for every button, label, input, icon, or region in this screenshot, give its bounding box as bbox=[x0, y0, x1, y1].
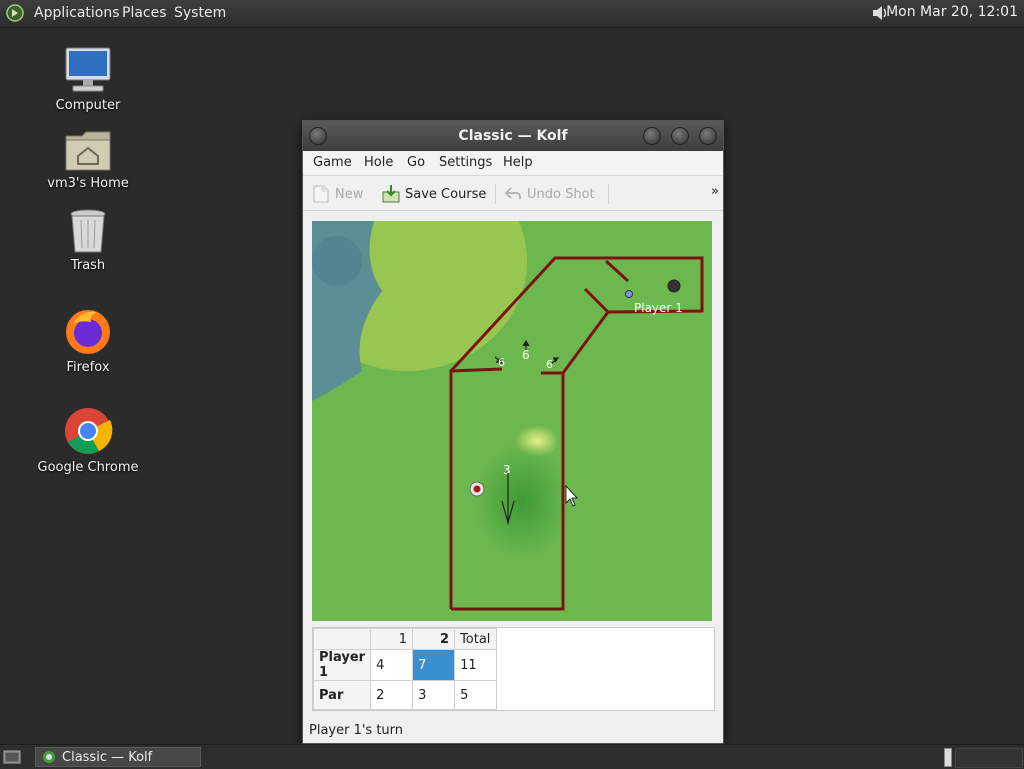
taskbar-item-label: Classic — Kolf bbox=[62, 749, 153, 765]
desktop-icon-label: vm3's Home bbox=[47, 176, 129, 191]
golf-ball[interactable] bbox=[625, 290, 633, 298]
score-header-cell: 1 bbox=[370, 628, 414, 650]
save-course-button[interactable]: Save Course bbox=[381, 183, 486, 205]
menu-settings[interactable]: Settings bbox=[439, 155, 492, 170]
status-bar-text: Player 1's turn bbox=[309, 723, 404, 738]
valley bbox=[472, 441, 572, 561]
golf-cup bbox=[667, 279, 681, 293]
desktop-icon-firefox[interactable]: Firefox bbox=[33, 306, 143, 375]
slope-label: 3 bbox=[503, 463, 511, 477]
desktop-icon-label: Trash bbox=[70, 258, 106, 273]
new-document-icon bbox=[313, 185, 329, 203]
desktop-icon-trash[interactable]: Trash bbox=[33, 208, 143, 273]
desktop-icon-label: Google Chrome bbox=[37, 460, 139, 475]
undo-shot-label: Undo Shot bbox=[527, 186, 595, 202]
toolbar: New Save Course Undo Shot » bbox=[303, 176, 723, 211]
new-button[interactable]: New bbox=[311, 183, 363, 205]
score-cell-current: 7 bbox=[412, 649, 456, 681]
save-icon bbox=[382, 185, 400, 203]
desktop-icon-computer[interactable]: Computer bbox=[33, 46, 143, 113]
par-label: Par bbox=[312, 680, 372, 710]
score-header-cell bbox=[312, 628, 372, 650]
desktop-icon-label: Computer bbox=[55, 98, 121, 113]
applications-menu[interactable]: Applications bbox=[34, 5, 120, 21]
par-cell: 3 bbox=[412, 680, 456, 710]
menubar: Game Hole Go Settings Help bbox=[303, 151, 723, 176]
par-cell: 2 bbox=[370, 680, 414, 710]
maximize-button[interactable] bbox=[671, 127, 689, 145]
course-canvas[interactable]: 6 6 6 3 Player 1 bbox=[312, 221, 712, 621]
computer-icon bbox=[65, 47, 111, 92]
undo-icon bbox=[504, 187, 521, 199]
slope-label: 6 bbox=[546, 358, 553, 371]
desktop-icon-home[interactable]: vm3's Home bbox=[33, 128, 143, 191]
course-drawing[interactable]: 6 6 6 3 Player 1 bbox=[312, 221, 712, 621]
menu-hole[interactable]: Hole bbox=[364, 155, 393, 170]
new-label: New bbox=[335, 186, 364, 202]
minimize-button[interactable] bbox=[643, 127, 661, 145]
show-desktop-icon[interactable] bbox=[3, 748, 21, 766]
home-folder-icon bbox=[65, 131, 111, 171]
table-row: Par 2 3 5 bbox=[312, 680, 498, 710]
places-menu[interactable]: Places bbox=[122, 5, 167, 21]
player-label: Player 1 bbox=[634, 301, 683, 315]
menu-go[interactable]: Go bbox=[407, 155, 425, 170]
chrome-icon bbox=[65, 408, 113, 454]
score-cell: 4 bbox=[370, 649, 414, 681]
table-row: Player 1 4 7 11 bbox=[312, 649, 498, 681]
desktop-icon-label: Firefox bbox=[66, 360, 110, 375]
taskbar: Classic — Kolf bbox=[0, 744, 1024, 769]
clock[interactable]: Mon Mar 20, 12:01 bbox=[886, 4, 1018, 20]
score-header-cell: 2 bbox=[412, 628, 456, 650]
kolf-app-icon bbox=[43, 751, 55, 763]
toolbar-separator bbox=[608, 184, 609, 204]
menu-help[interactable]: Help bbox=[503, 155, 533, 170]
taskbar-item-kolf[interactable]: Classic — Kolf bbox=[35, 747, 201, 767]
menu-game[interactable]: Game bbox=[313, 155, 352, 170]
trash-icon bbox=[70, 209, 106, 253]
score-table: 1 2 Total Player 1 4 7 11 Par 2 3 5 bbox=[312, 628, 498, 710]
firefox-icon bbox=[66, 310, 110, 354]
toolbar-overflow-button[interactable]: » bbox=[711, 184, 719, 199]
workspace-switcher[interactable] bbox=[944, 748, 952, 767]
desktop-icon-chrome[interactable]: Google Chrome bbox=[33, 406, 143, 475]
close-button[interactable] bbox=[699, 127, 717, 145]
score-header-row: 1 2 Total bbox=[312, 628, 498, 650]
toolbar-separator bbox=[495, 184, 496, 204]
par-cell-total: 5 bbox=[454, 680, 498, 710]
score-cell-total: 11 bbox=[454, 649, 498, 681]
save-course-label: Save Course bbox=[405, 186, 487, 202]
kolf-window: Classic — Kolf Game Hole Go Settings Hel… bbox=[302, 120, 724, 744]
undo-shot-button[interactable]: Undo Shot bbox=[503, 183, 595, 205]
player-name: Player 1 bbox=[312, 649, 372, 681]
score-header-cell: Total bbox=[454, 628, 498, 650]
window-titlebar[interactable]: Classic — Kolf bbox=[303, 121, 723, 151]
system-menu[interactable]: System bbox=[174, 5, 226, 21]
workspace-pager[interactable] bbox=[955, 748, 1023, 768]
distro-logo-icon[interactable] bbox=[6, 4, 24, 22]
scoreboard: 1 2 Total Player 1 4 7 11 Par 2 3 5 bbox=[312, 627, 715, 711]
slope-label: 6 bbox=[498, 356, 505, 369]
slope-label: 6 bbox=[522, 348, 530, 362]
top-panel: Applications Places System Mon Mar 20, 1… bbox=[0, 0, 1024, 28]
